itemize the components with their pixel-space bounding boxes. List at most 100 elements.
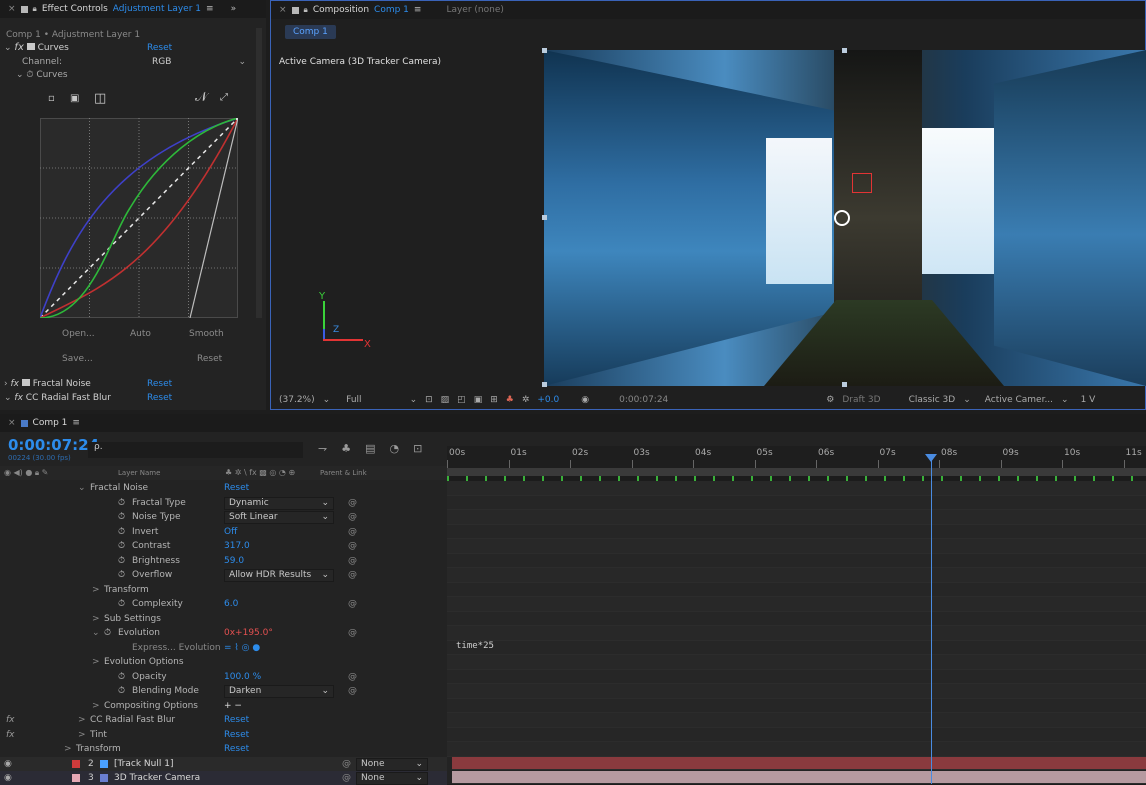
label-color-swatch-icon[interactable]	[72, 759, 80, 768]
timeline-track-row[interactable]	[447, 713, 1146, 728]
property-value[interactable]: Off	[224, 525, 237, 539]
curves-open-button[interactable]: Open...	[62, 329, 95, 339]
effect-controls-layer[interactable]: Adjustment Layer 1	[113, 4, 201, 14]
visibility-eye-icon[interactable]: ◉	[4, 757, 12, 771]
timeline-current-time[interactable]: 0:00:07:24	[8, 436, 99, 454]
composition-viewer[interactable]	[544, 50, 1146, 386]
property-row[interactable]: fx > Tint Reset	[0, 728, 447, 742]
panel-overflow-icon[interactable]: »	[231, 4, 237, 14]
comp-mini-flowchart-icon[interactable]: ⇁	[318, 442, 327, 455]
property-row[interactable]: fx > CC Radial Fast Blur Reset	[0, 713, 447, 727]
draft-3d-toggle[interactable]: Draft 3D	[842, 395, 880, 405]
pick-whip-icon[interactable]: @	[348, 525, 357, 539]
property-value[interactable]: 0x+195.0°	[224, 626, 273, 640]
graph-editor-icon[interactable]: ⊡	[413, 442, 422, 455]
expression-field[interactable]: time*25	[456, 641, 494, 651]
stopwatch-icon[interactable]: ⏱	[118, 510, 125, 524]
effect-controls-tab[interactable]: × 🔒︎ Effect Controls Adjustment Layer 1 …	[0, 0, 266, 18]
property-row[interactable]: ⌄ Fractal Noise Reset	[0, 481, 447, 495]
timeline-track-row[interactable]	[447, 640, 1146, 655]
guides-icon[interactable]: ▣	[474, 395, 483, 405]
bezier-tool-icon[interactable]: 𝒩	[195, 90, 207, 105]
label-color-swatch-icon[interactable]	[72, 773, 80, 782]
small-grid-icon[interactable]: ▫	[48, 93, 55, 104]
stopwatch-icon[interactable]: ⏱	[118, 684, 125, 698]
fx-icon[interactable]: fx	[10, 379, 19, 389]
curves-auto-button[interactable]: Auto	[130, 329, 151, 339]
fractal-reset-link[interactable]: Reset	[147, 377, 172, 391]
layer-bound-handle[interactable]	[842, 48, 847, 53]
cc-radial-effect-row[interactable]: ⌄ fx CC Radial Fast Blur Reset	[4, 391, 254, 405]
property-dropdown[interactable]: Dynamic ⌄	[224, 496, 334, 510]
stopwatch-icon[interactable]: ⏱	[118, 568, 125, 582]
property-row[interactable]: > Sub Settings	[0, 612, 447, 626]
track-point-marker[interactable]	[852, 173, 872, 193]
expand-arrow-icon[interactable]: >	[78, 713, 86, 727]
property-row[interactable]: ⏱ Noise Type Soft Linear ⌄ @	[0, 510, 447, 524]
timeline-track-row[interactable]	[447, 655, 1146, 670]
close-icon[interactable]: ×	[8, 418, 16, 428]
pick-whip-icon[interactable]: @	[348, 684, 357, 698]
curves-save-button[interactable]: Save...	[62, 354, 93, 364]
renderer-dropdown[interactable]: Classic 3D	[909, 395, 956, 405]
panel-menu-icon[interactable]: ≡	[414, 5, 422, 15]
composition-name-tab[interactable]: Comp 1	[374, 5, 409, 15]
work-area-bar[interactable]	[447, 468, 1146, 476]
pick-whip-icon[interactable]: @	[342, 757, 351, 771]
close-icon[interactable]: ×	[8, 4, 16, 14]
expand-arrow-icon[interactable]: ⌄	[92, 626, 100, 640]
layer-bound-handle[interactable]	[542, 48, 547, 53]
pick-whip-icon[interactable]: @	[348, 496, 357, 510]
expand-arrow-icon[interactable]: ⌄	[4, 393, 12, 403]
property-value[interactable]: Reset	[224, 742, 249, 756]
fx-icon[interactable]: fx	[14, 42, 23, 53]
stopwatch-icon[interactable]: ⏱	[118, 539, 125, 553]
layer-bound-handle[interactable]	[542, 215, 547, 220]
chevron-down-icon[interactable]: ⌄	[1061, 395, 1069, 405]
lock-icon[interactable]: 🔒︎	[304, 5, 308, 15]
curves-graph[interactable]	[40, 118, 238, 318]
property-row[interactable]: ⌄ ⏱ Evolution 0x+195.0° @	[0, 626, 447, 640]
layer-row[interactable]: ◉ 2 [Track Null 1] @ None ⌄	[0, 756, 447, 771]
color-management-icon[interactable]: ♣	[506, 395, 514, 405]
chevron-down-icon[interactable]: ⌄	[410, 395, 418, 405]
anchor-point-icon[interactable]	[834, 210, 850, 226]
expand-arrow-icon[interactable]: ⌄	[78, 481, 86, 495]
pick-whip-icon[interactable]: @	[348, 568, 357, 582]
timeline-track-row[interactable]	[447, 582, 1146, 597]
property-value[interactable]: 6.0	[224, 597, 238, 611]
property-value[interactable]: 100.0 %	[224, 670, 261, 684]
draft-3d-icon[interactable]: ♣	[341, 442, 351, 455]
stopwatch-icon[interactable]: ⏱	[118, 597, 125, 611]
layer-name[interactable]: [Track Null 1]	[114, 757, 173, 771]
layer-name-header[interactable]: Layer Name	[118, 469, 160, 477]
timeline-track-row[interactable]	[447, 524, 1146, 539]
property-value[interactable]: Reset	[224, 713, 249, 727]
stopwatch-icon[interactable]: ⏱	[118, 496, 125, 510]
timeline-track-row[interactable]	[447, 727, 1146, 742]
parent-link-header[interactable]: Parent & Link	[320, 469, 367, 477]
panel-menu-icon[interactable]: ≡	[72, 418, 80, 428]
layer-bound-handle[interactable]	[842, 382, 847, 387]
expand-arrow-icon[interactable]: >	[92, 655, 100, 669]
property-row[interactable]: ⏱ Overflow Allow HDR Results ⌄ @	[0, 568, 447, 582]
timeline-track-row[interactable]	[447, 510, 1146, 525]
pick-whip-icon[interactable]: @	[348, 539, 357, 553]
layer-tab[interactable]: Layer (none)	[446, 5, 503, 15]
property-row[interactable]: ⏱ Opacity 100.0 % @	[0, 670, 447, 684]
comp-flowchart-chip[interactable]: Comp 1	[285, 25, 336, 39]
channel-dropdown[interactable]: RGB ⌄	[152, 55, 246, 69]
layer-row[interactable]: ◉ 3 3D Tracker Camera @ None ⌄	[0, 770, 447, 785]
snapshot-icon[interactable]: ◉	[581, 395, 589, 405]
timeline-track-row[interactable]	[447, 684, 1146, 699]
pick-whip-icon[interactable]: @	[348, 554, 357, 568]
property-row[interactable]: ⏱ Blending Mode Darken ⌄ @	[0, 684, 447, 698]
property-row[interactable]: ⏱ Contrast 317.0 @	[0, 539, 447, 553]
parent-dropdown[interactable]: None ⌄	[356, 757, 428, 771]
chevron-down-icon[interactable]: ⌄	[323, 395, 331, 405]
scrollbar[interactable]	[256, 28, 262, 318]
pick-whip-icon[interactable]: @	[348, 510, 357, 524]
property-dropdown[interactable]: Allow HDR Results ⌄	[224, 569, 334, 582]
pick-whip-icon[interactable]: @	[348, 670, 357, 684]
exposure-icon[interactable]: ✲	[522, 395, 530, 405]
